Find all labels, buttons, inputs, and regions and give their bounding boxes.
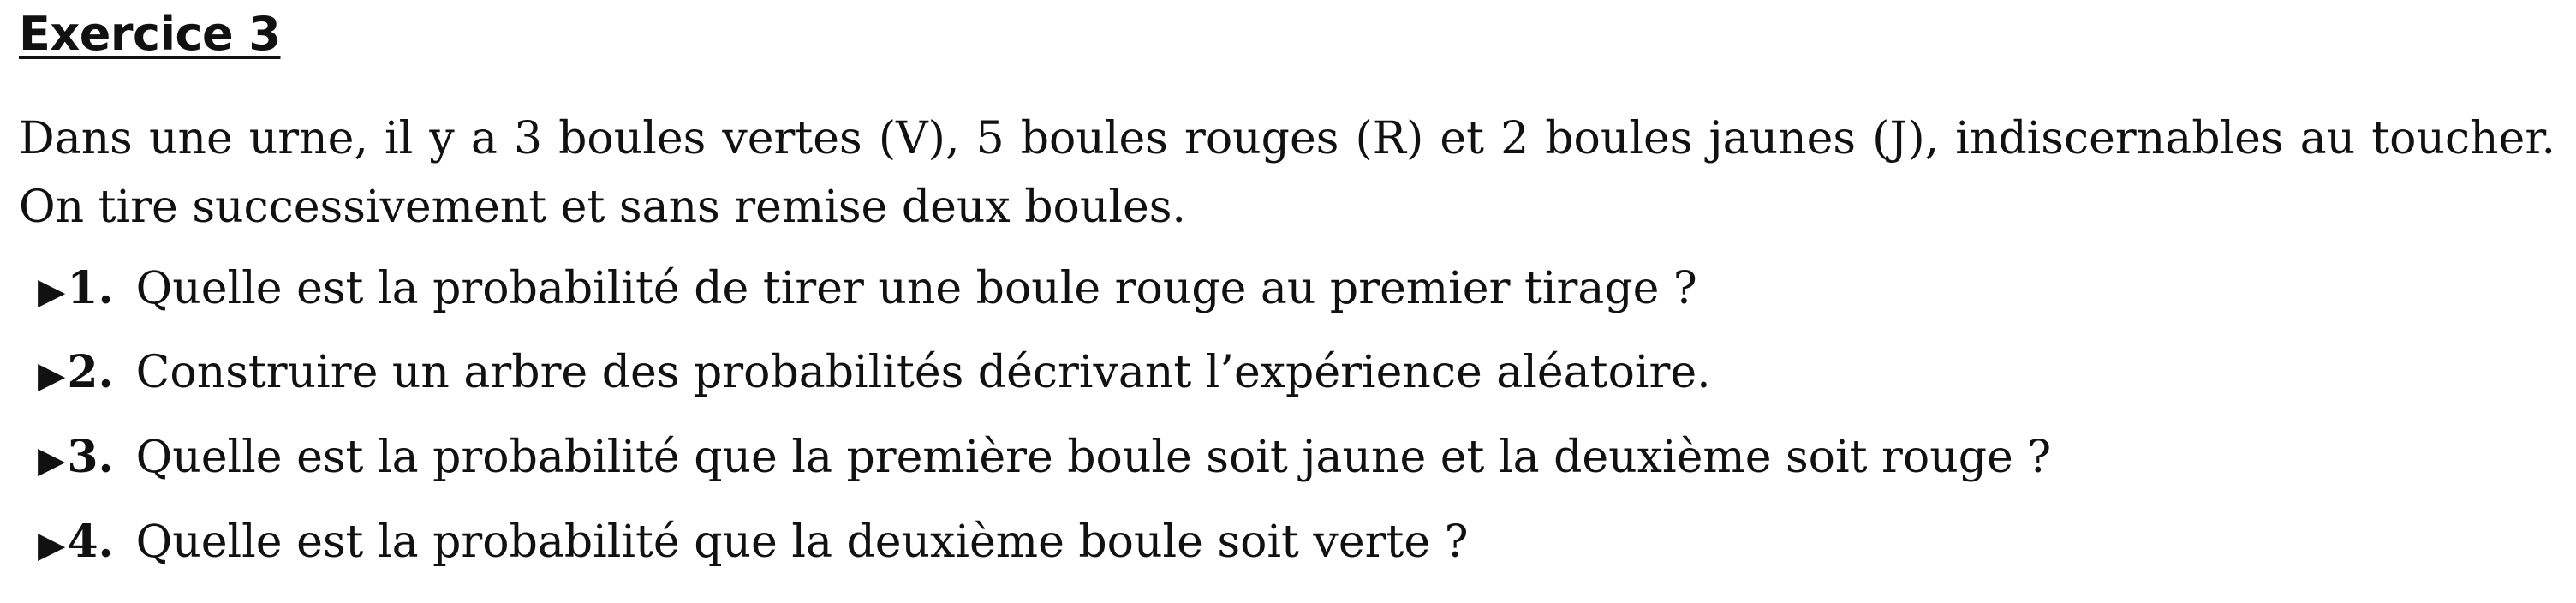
triangle-bullet-icon: ▶ — [38, 439, 66, 481]
question-number: 2. — [67, 346, 114, 398]
question-number: 3. — [67, 431, 114, 483]
question-text: Quelle est la probabilité que la premièr… — [135, 432, 2052, 483]
exercise-intro: Dans une urne, il y a 3 boules vertes (V… — [19, 113, 2555, 233]
triangle-bullet-icon: ▶ — [38, 354, 66, 396]
question-item-1: ▶ 1. Quelle est la probabilité de tirer … — [38, 254, 1697, 323]
question-item-3: ▶ 3. Quelle est la probabilité que la pr… — [38, 423, 2051, 492]
triangle-bullet-icon: ▶ — [38, 523, 66, 565]
question-text: Quelle est la probabilité de tirer une b… — [135, 263, 1697, 314]
question-item-4: ▶ 4. Quelle est la probabilité que la de… — [38, 508, 1469, 576]
question-text: Quelle est la probabilité que la deuxièm… — [135, 516, 1469, 568]
question-text: Construire un arbre des probabilités déc… — [135, 347, 1711, 398]
question-number: 4. — [67, 516, 114, 568]
exercise-title: Exercice 3 — [19, 7, 281, 61]
question-item-2: ▶ 2. Construire un arbre des probabilité… — [38, 338, 1711, 407]
question-number: 1. — [67, 262, 114, 314]
triangle-bullet-icon: ▶ — [38, 270, 66, 312]
